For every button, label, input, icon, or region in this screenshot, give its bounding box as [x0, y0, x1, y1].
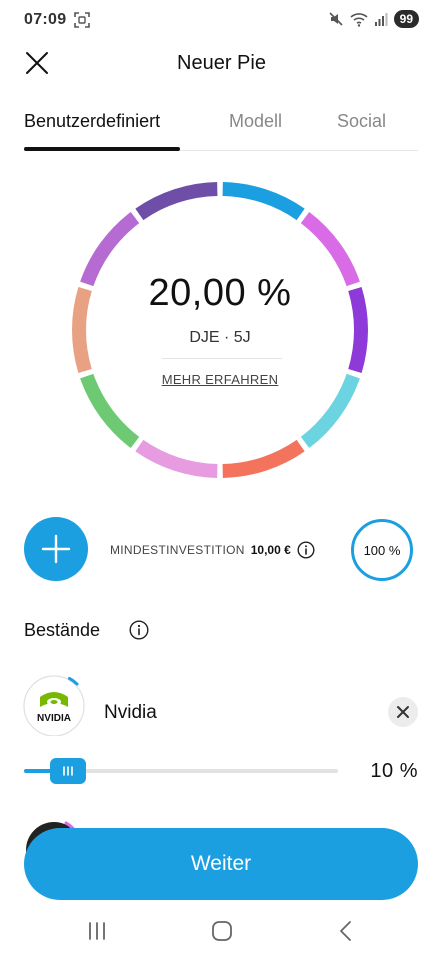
holding-logo-nvidia: NVIDIA — [22, 672, 86, 737]
close-icon — [397, 706, 409, 718]
info-icon[interactable] — [129, 620, 149, 640]
donut-segment[interactable] — [222, 182, 305, 221]
min-investment-label: MINDESTINVESTITION — [110, 543, 245, 557]
nvidia-logo-text: NVIDIA — [37, 713, 71, 724]
selected-fund-name: DJE · 5J — [189, 329, 251, 346]
home-icon[interactable] — [202, 916, 242, 946]
donut-divider — [162, 358, 282, 359]
battery-indicator: 99 — [393, 10, 419, 28]
total-allocation-value: 100 % — [363, 543, 401, 558]
status-time: 07:09 — [24, 11, 67, 28]
continue-button[interactable]: Weiter — [24, 828, 418, 900]
min-investment-row: MINDESTINVESTITION 10,00 € — [110, 541, 315, 559]
nvidia-logo: NVIDIA — [23, 675, 85, 737]
holding-name: Nvidia — [104, 702, 157, 723]
tab-benutzerdefiniert[interactable]: Benutzerdefiniert — [24, 111, 160, 132]
holding-allocation-value: 10 % — [370, 760, 418, 782]
grip-icon — [63, 766, 73, 776]
more-info-link[interactable]: MEHR ERFAHREN — [70, 372, 370, 387]
selected-percentage: 20,00 % — [148, 272, 292, 314]
allocation-slider-handle[interactable] — [50, 758, 86, 784]
recent-apps-icon[interactable] — [77, 916, 117, 946]
holdings-title: Bestände — [24, 620, 101, 640]
tab-social[interactable]: Social — [337, 111, 386, 132]
tab-modell[interactable]: Modell — [229, 111, 282, 132]
donut-segment[interactable] — [222, 439, 305, 478]
back-icon[interactable] — [326, 916, 366, 946]
donut-segment[interactable] — [135, 439, 218, 478]
signal-icon — [374, 13, 388, 26]
screenshot-icon — [74, 12, 90, 28]
status-bar: 07:09 99 — [0, 0, 443, 40]
add-holding-button[interactable] — [24, 517, 88, 581]
min-investment-value: 10,00 € — [250, 543, 291, 557]
remove-holding-button[interactable] — [388, 697, 418, 727]
info-icon[interactable] — [297, 541, 315, 559]
donut-segment[interactable] — [135, 182, 218, 221]
status-icons: 99 — [328, 10, 419, 28]
tab-active-indicator — [24, 147, 180, 151]
mute-icon — [329, 12, 343, 26]
plus-icon — [41, 534, 71, 564]
wifi-icon — [350, 13, 368, 27]
page-title: Neuer Pie — [177, 52, 266, 74]
